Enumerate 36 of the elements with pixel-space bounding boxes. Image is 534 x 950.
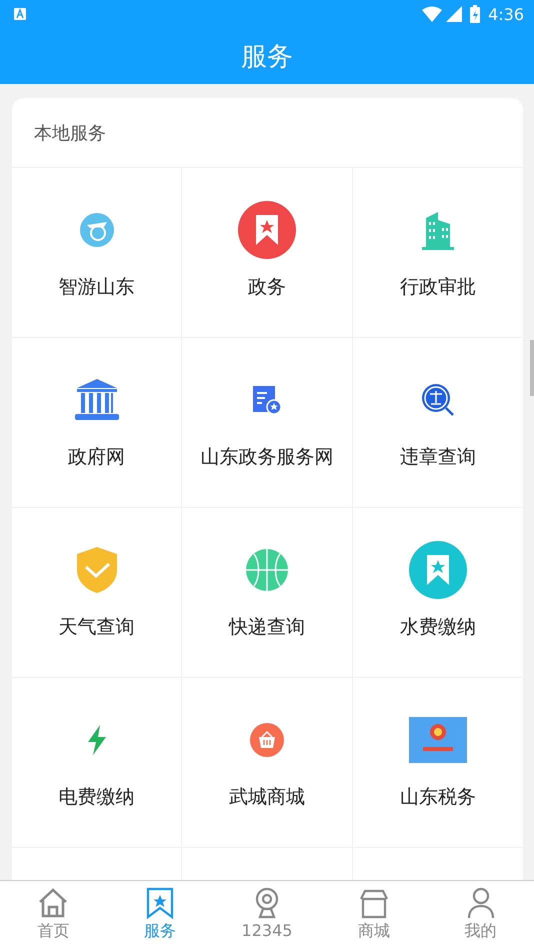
service-tile[interactable]: 电费缴纳 <box>12 678 182 848</box>
status-time: 4:36 <box>488 4 524 24</box>
nav-tab[interactable]: 商城 <box>320 881 428 950</box>
shield-check-icon <box>76 546 118 594</box>
service-tile[interactable]: 武城商城 <box>182 678 353 848</box>
service-tile[interactable]: 行政审批 <box>352 168 523 338</box>
service-tile[interactable]: 政府网 <box>12 338 182 508</box>
basket-icon <box>250 723 284 757</box>
bookmark-star-icon <box>145 887 176 919</box>
service-tile[interactable]: 天气查询 <box>12 508 182 678</box>
wifi-icon <box>422 6 442 22</box>
service-tile[interactable]: 违章查询 <box>352 338 523 508</box>
emblem-logo-icon <box>408 717 467 763</box>
home-icon <box>37 887 70 919</box>
battery-icon <box>470 5 480 23</box>
magnifier-icon <box>420 383 455 417</box>
scrollbar <box>530 340 534 396</box>
nav-tab[interactable]: 我的 <box>427 881 534 950</box>
ball-icon <box>246 549 288 591</box>
service-tile[interactable]: 快递查询 <box>182 508 353 678</box>
signal-icon <box>446 6 462 22</box>
nav-tab[interactable]: 12345 <box>214 881 320 950</box>
page-title: 服务 <box>241 40 293 74</box>
document-star-icon <box>252 385 282 415</box>
service-tile[interactable]: 山东税务 <box>352 678 523 848</box>
person-icon <box>466 887 496 919</box>
service-tile[interactable]: 山东政务服务网 <box>182 338 353 508</box>
nav-tab[interactable]: 首页 <box>0 881 107 950</box>
service-tile[interactable]: 水费缴纳 <box>352 508 523 678</box>
service-tile[interactable]: 智游山东 <box>12 168 182 338</box>
app-notification-icon <box>14 8 26 20</box>
section-title: 本地服务 <box>34 122 106 144</box>
lightning-icon <box>86 725 108 755</box>
shop-icon <box>358 887 389 919</box>
government-building-icon <box>74 379 119 421</box>
service-tile[interactable]: 政务 <box>182 168 353 338</box>
